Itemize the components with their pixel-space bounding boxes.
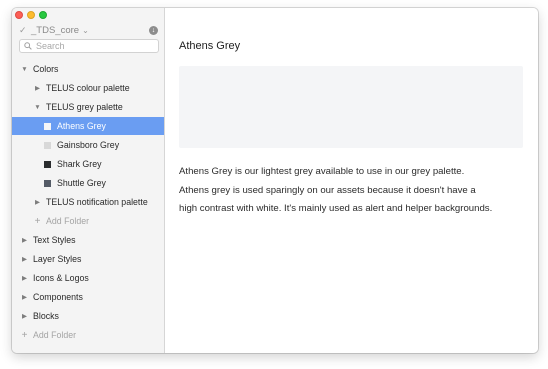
tree-item-shuttle-grey[interactable]: Shuttle Grey <box>12 174 164 192</box>
plus-icon: + <box>21 329 28 341</box>
tree-item-label: Text Styles <box>33 235 76 245</box>
tree-item-blocks[interactable]: ▶ Blocks <box>12 307 164 325</box>
disclosure-right-icon[interactable]: ▶ <box>20 293 29 301</box>
tree-item-label: Athens Grey <box>57 121 106 131</box>
sidebar: ✓ _TDS_core ⌄ ↓ ▼ Colors ▶ <box>12 8 165 353</box>
tree-item-components[interactable]: ▶ Components <box>12 288 164 306</box>
tree-item-label: Blocks <box>33 311 59 321</box>
tree-item-label: TELUS colour palette <box>46 83 130 93</box>
tree-item-layer-styles[interactable]: ▶ Layer Styles <box>12 250 164 268</box>
disclosure-right-icon[interactable]: ▶ <box>20 255 29 263</box>
color-swatch <box>44 122 51 130</box>
tree-item-telus-colour-palette[interactable]: ▶ TELUS colour palette <box>12 79 164 97</box>
add-folder-label: Add Folder <box>33 330 77 340</box>
disclosure-right-icon[interactable]: ▶ <box>20 312 29 320</box>
search-box <box>19 39 159 53</box>
tree-item-label: Layer Styles <box>33 254 82 264</box>
tree-item-label: Components <box>33 292 83 302</box>
color-preview <box>179 66 523 148</box>
tree-item-telus-grey-palette[interactable]: ▼ TELUS grey palette <box>12 98 164 116</box>
color-description: Athens Grey is our lightest grey availab… <box>179 163 529 219</box>
check-icon: ✓ <box>19 24 27 35</box>
chevron-down-icon: ⌄ <box>82 25 89 35</box>
tree-item-colors[interactable]: ▼ Colors <box>12 60 164 78</box>
tree-item-telus-notification-palette[interactable]: ▶ TELUS notification palette <box>12 193 164 211</box>
disclosure-down-icon[interactable]: ▼ <box>33 104 42 111</box>
description-line: Athens grey is used sparingly on our ass… <box>179 184 476 196</box>
description-line: Athens Grey is our lightest grey availab… <box>179 166 465 177</box>
disclosure-right-icon[interactable]: ▶ <box>33 84 42 92</box>
tree-item-label: Gainsboro Grey <box>57 140 120 150</box>
minimize-window-button[interactable] <box>27 11 35 19</box>
library-selector[interactable]: ✓ _TDS_core ⌄ ↓ <box>19 23 158 37</box>
disclosure-right-icon[interactable]: ▶ <box>20 274 29 282</box>
disclosure-down-icon[interactable]: ▼ <box>20 66 29 73</box>
app-window: ✓ _TDS_core ⌄ ↓ ▼ Colors ▶ <box>12 8 538 353</box>
library-name: _TDS_core <box>31 24 80 36</box>
tree-item-athens-grey[interactable]: Athens Grey <box>12 117 164 135</box>
tree-item-text-styles[interactable]: ▶ Text Styles <box>12 231 164 249</box>
tree-item-label: Shark Grey <box>57 159 102 169</box>
tree-item-label: Colors <box>33 64 59 74</box>
disclosure-right-icon[interactable]: ▶ <box>20 236 29 244</box>
description-line: high contrast with white. It's mainly us… <box>179 203 493 214</box>
tree-item-gainsboro-grey[interactable]: Gainsboro Grey <box>12 136 164 154</box>
download-icon[interactable]: ↓ <box>149 25 158 35</box>
close-window-button[interactable] <box>15 11 23 19</box>
add-folder-nested-button[interactable]: + Add Folder <box>12 212 164 230</box>
tree-item-label: TELUS notification palette <box>46 197 148 207</box>
color-swatch <box>44 141 51 149</box>
window-controls <box>15 11 47 19</box>
disclosure-right-icon[interactable]: ▶ <box>33 198 42 206</box>
tree-item-label: Icons & Logos <box>33 273 89 283</box>
add-folder-root-button[interactable]: + Add Folder <box>12 326 164 344</box>
color-title: Athens Grey <box>179 40 241 52</box>
color-swatch <box>44 179 51 187</box>
color-swatch <box>44 160 51 168</box>
tree-item-icons-logos[interactable]: ▶ Icons & Logos <box>12 269 164 287</box>
search-icon <box>20 40 34 52</box>
tree-item-label: TELUS grey palette <box>46 102 123 112</box>
tree-item-label: Shuttle Grey <box>57 178 106 188</box>
plus-icon: + <box>34 215 41 227</box>
detail-pane: Athens Grey Athens Grey is our lightest … <box>165 8 538 353</box>
maximize-window-button[interactable] <box>39 11 47 19</box>
add-folder-label: Add Folder <box>46 216 90 226</box>
tree-item-shark-grey[interactable]: Shark Grey <box>12 155 164 173</box>
search-input[interactable] <box>34 40 154 52</box>
